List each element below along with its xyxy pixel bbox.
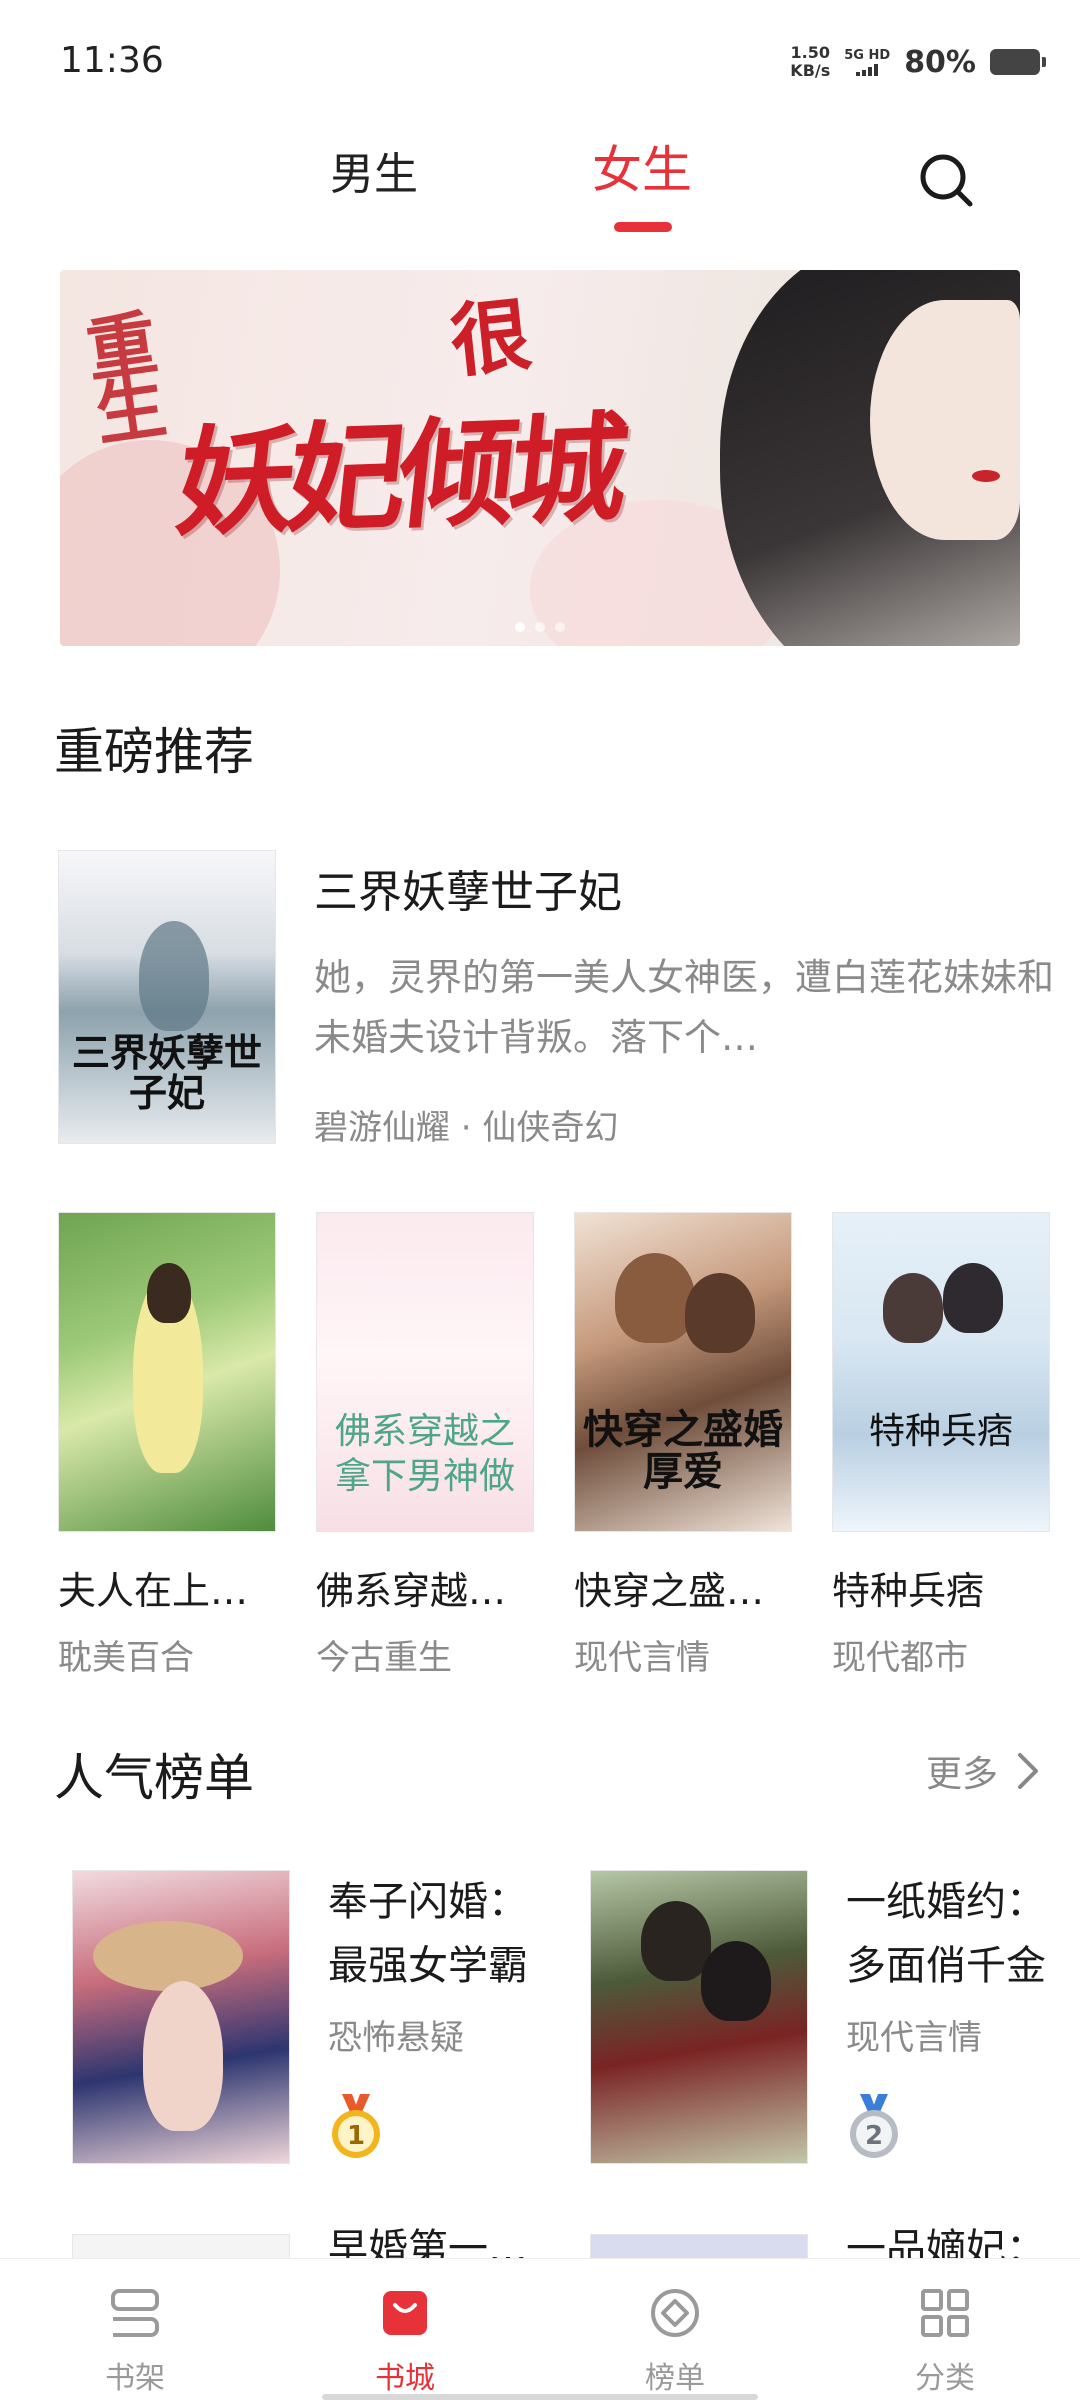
- ranking-row-partial: 早婚第一… 一品嫡妃：: [0, 2228, 1080, 2258]
- book-cover[interactable]: 特种兵痞: [832, 1212, 1050, 1532]
- medal-rank: 2: [865, 2121, 883, 2151]
- banner-title: 妖妃倾城: [170, 398, 628, 553]
- active-tab-indicator: [614, 222, 672, 232]
- book-description: 她，灵界的第一美人女神医，遭白莲花妹妹和未婚夫设计背叛。落下个…: [314, 956, 1054, 1059]
- search-icon: [920, 154, 973, 207]
- cover-illustration: [143, 1981, 223, 2131]
- cover-illustration: [701, 1941, 771, 2021]
- search-button[interactable]: [916, 150, 976, 210]
- home-indicator[interactable]: [322, 2394, 758, 2400]
- bookstore-icon: [383, 2291, 427, 2335]
- ranking-item[interactable]: 奉子闪婚：最强女学霸 恐怖悬疑 1: [72, 1870, 532, 2170]
- book-genre: 现代言情: [574, 1638, 710, 1678]
- carousel-dots: [60, 622, 1020, 632]
- battery-icon: [990, 49, 1046, 75]
- ranking-item[interactable]: 一纸婚约：多面俏千金 现代言情 2: [590, 1870, 1050, 2170]
- cover-illustration: [685, 1273, 755, 1353]
- carousel-dot[interactable]: [555, 622, 565, 632]
- category-icon: [921, 2289, 969, 2337]
- book-genre: 现代都市: [832, 1638, 968, 1678]
- bookshelf-icon: [111, 2289, 159, 2337]
- silver-medal-icon: 2: [850, 2094, 898, 2158]
- more-label: 更多: [925, 1754, 998, 1795]
- book-genre: 现代言情: [846, 2018, 982, 2058]
- section-title-featured: 重磅推荐: [54, 723, 254, 781]
- book-cover[interactable]: [72, 1870, 290, 2164]
- cover-illustration: [641, 1901, 711, 1981]
- book-genre: 今古重生: [316, 1638, 452, 1678]
- cover-title-art: 三界妖孽世子妃: [71, 1030, 262, 1115]
- status-bar: 11:36 1.50 KB/s 5G HD 80%: [0, 0, 1080, 130]
- nav-item-ranking[interactable]: 榜单: [605, 2287, 745, 2397]
- bottom-nav: 书架 书城 榜单 分类: [0, 2258, 1080, 2408]
- cover-title-art: 佛系穿越之拿下男神做: [334, 1411, 515, 1497]
- nav-item-category[interactable]: 分类: [875, 2287, 1015, 2397]
- book-cover[interactable]: [590, 1870, 808, 2164]
- medal-rank: 1: [347, 2121, 365, 2151]
- network-speed-value: 1.50: [790, 43, 831, 62]
- nav-label: 书城: [375, 2361, 435, 2396]
- more-button[interactable]: 更多: [926, 1745, 1040, 1797]
- book-title: 一品嫡妃：: [846, 2228, 1046, 2258]
- book-cover[interactable]: 佛系穿越之拿下男神做: [316, 1212, 534, 1532]
- book-genre: 耽美百合: [58, 1638, 194, 1678]
- nav-label: 榜单: [645, 2361, 705, 2396]
- book-cover[interactable]: 三界妖孽世子妃: [58, 850, 276, 1144]
- carousel-dot[interactable]: [515, 622, 525, 632]
- cover-illustration: [139, 921, 209, 1031]
- network-type-label: 5G HD: [844, 48, 891, 63]
- book-title: 奉子闪婚：最强女学霸: [328, 1879, 528, 1989]
- gold-medal-icon: 1: [332, 2094, 380, 2158]
- battery-percent: 80%: [904, 44, 976, 80]
- cover-illustration: [883, 1273, 943, 1343]
- tab-girls[interactable]: 女生: [592, 130, 692, 202]
- book-cover[interactable]: 快穿之盛婚厚爱: [574, 1212, 792, 1532]
- status-icons: 1.50 KB/s 5G HD 80%: [790, 42, 1046, 82]
- book-meta: 碧游仙耀 · 仙侠奇幻: [314, 1108, 619, 1148]
- book-title: 特种兵痞: [832, 1569, 985, 1613]
- book-title: 夫人在上…: [58, 1569, 249, 1613]
- book-genre: 恐怖悬疑: [328, 2018, 464, 2058]
- cover-illustration: [615, 1253, 695, 1343]
- banner-subtitle: 重生: [70, 304, 171, 444]
- ranking-icon: [651, 2289, 699, 2337]
- banner-illustration-face: [870, 300, 1020, 540]
- cover-illustration: [147, 1263, 191, 1323]
- section-title-ranking: 人气榜单: [54, 1749, 254, 1807]
- cover-illustration: [93, 1921, 243, 1991]
- nav-label: 分类: [915, 2361, 975, 2396]
- nav-label: 书架: [105, 2361, 165, 2396]
- book-title: 快穿之盛…: [574, 1569, 765, 1613]
- banner-illustration-detail: [972, 470, 1000, 482]
- book-title: 一纸婚约：多面俏千金: [846, 1879, 1046, 1989]
- cover-illustration: [943, 1263, 1003, 1333]
- carousel-dot[interactable]: [535, 622, 545, 632]
- nav-item-bookshelf[interactable]: 书架: [65, 2287, 205, 2397]
- status-time: 11:36: [60, 40, 164, 81]
- network-type: 5G HD: [844, 48, 890, 76]
- chevron-right-icon: [1018, 1753, 1038, 1789]
- book-title: 佛系穿越…: [316, 1569, 507, 1613]
- network-speed: 1.50 KB/s: [790, 44, 830, 80]
- book-cover[interactable]: [72, 2234, 290, 2258]
- top-tabs: 男生 女生: [0, 130, 1080, 240]
- book-title[interactable]: 三界妖孽世子妃: [314, 856, 622, 920]
- nav-item-bookstore[interactable]: 书城: [335, 2287, 475, 2397]
- book-cover[interactable]: [58, 1212, 276, 1532]
- book-cover[interactable]: [590, 2234, 808, 2258]
- cover-title-art: 快穿之盛婚厚爱: [583, 1406, 783, 1495]
- featured-book[interactable]: 三界妖孽世子妃 三界妖孽世子妃 她，灵界的第一美人女神医，遭白莲花妹妹和未婚夫设…: [58, 850, 1054, 1150]
- cover-title-art: 特种兵痞: [868, 1411, 1013, 1452]
- book-title: 早婚第一…: [328, 2228, 528, 2258]
- tab-boys[interactable]: 男生: [330, 138, 418, 202]
- network-speed-unit: KB/s: [790, 61, 831, 80]
- signal-icon: [856, 64, 879, 76]
- promo-banner[interactable]: 重生 很 妖妃倾城: [60, 270, 1020, 646]
